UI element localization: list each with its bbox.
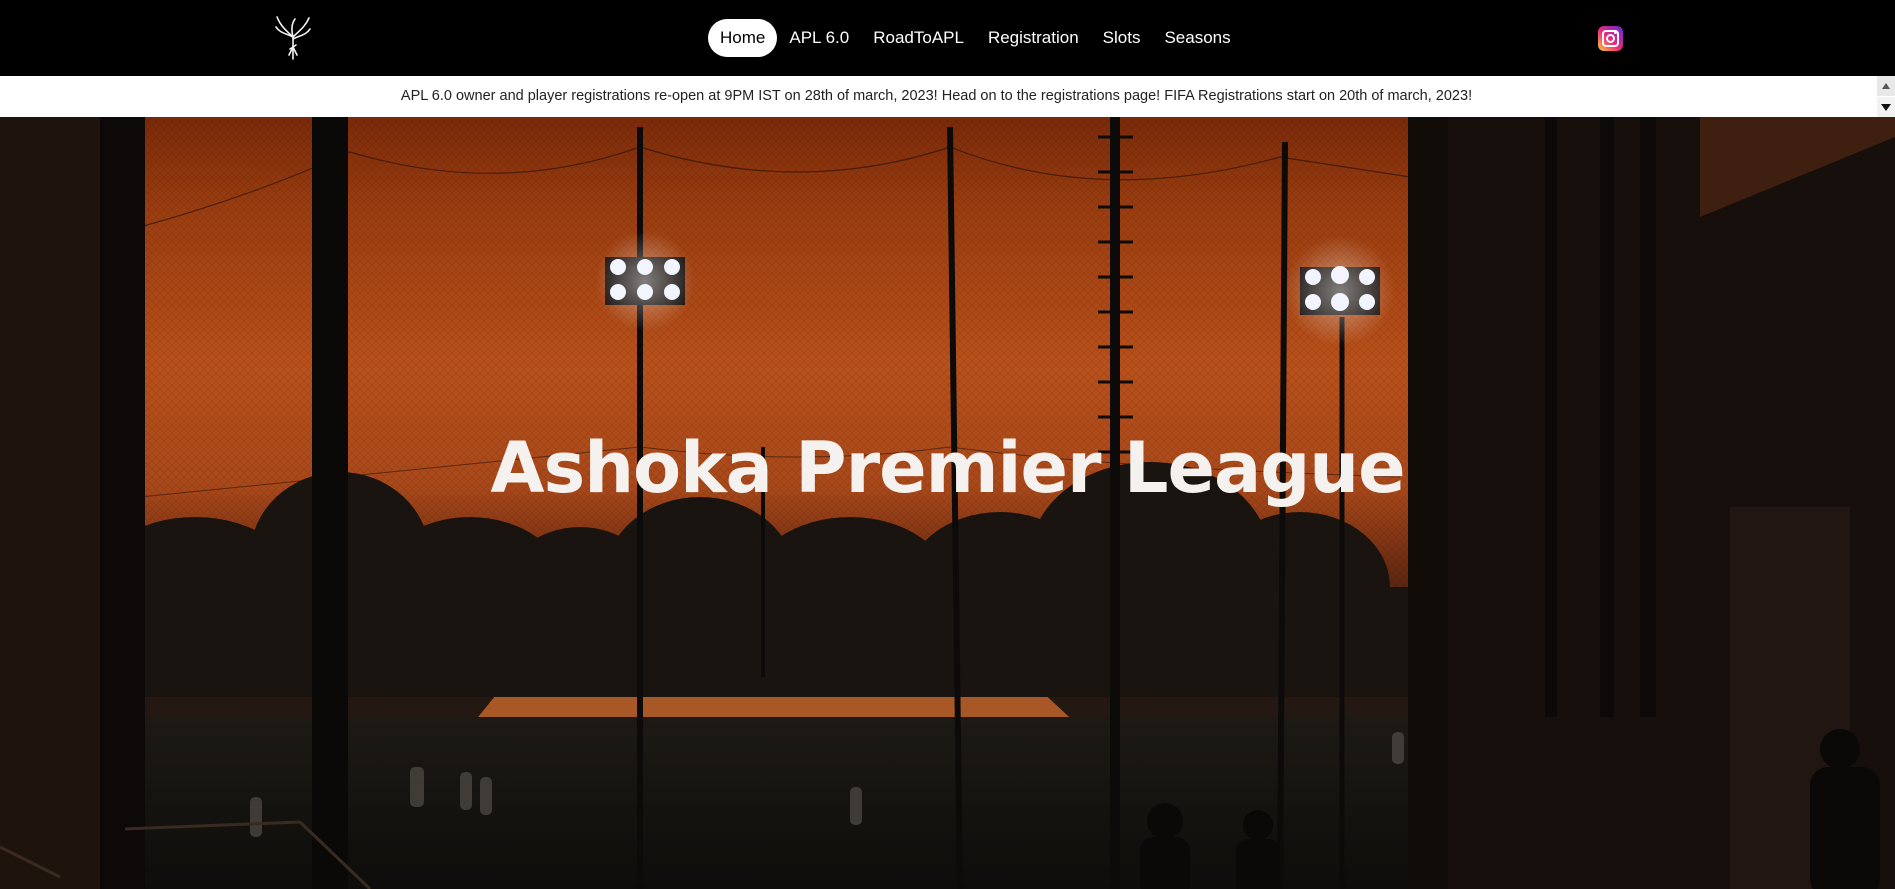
nav-apl-6[interactable]: APL 6.0 (777, 19, 861, 57)
nav-home[interactable]: Home (708, 19, 778, 57)
nav-road-to-apl[interactable]: RoadToAPL (861, 19, 976, 57)
nav-slots[interactable]: Slots (1091, 19, 1153, 57)
phoenix-logo-icon[interactable] (275, 15, 311, 61)
hero-title: Ashoka Premier League (490, 427, 1405, 509)
instagram-flash (1614, 31, 1617, 34)
scroll-down-button[interactable] (1877, 97, 1895, 117)
hero-section: Ashoka Premier League (0, 117, 1895, 889)
caret-up-icon (1882, 83, 1890, 89)
nav-registration[interactable]: Registration (976, 19, 1091, 57)
instagram-lens (1606, 34, 1615, 43)
announcement-bar: APL 6.0 owner and player registrations r… (0, 76, 1895, 117)
scroll-up-button[interactable] (1877, 76, 1895, 96)
navbar: Home APL 6.0 RoadToAPL Registration Slot… (0, 0, 1895, 76)
announcement-text: APL 6.0 owner and player registrations r… (400, 88, 1473, 104)
main-nav: Home APL 6.0 RoadToAPL Registration Slot… (708, 19, 1243, 57)
caret-down-icon (1881, 104, 1891, 111)
nav-seasons[interactable]: Seasons (1152, 19, 1242, 57)
instagram-icon[interactable] (1598, 26, 1623, 51)
